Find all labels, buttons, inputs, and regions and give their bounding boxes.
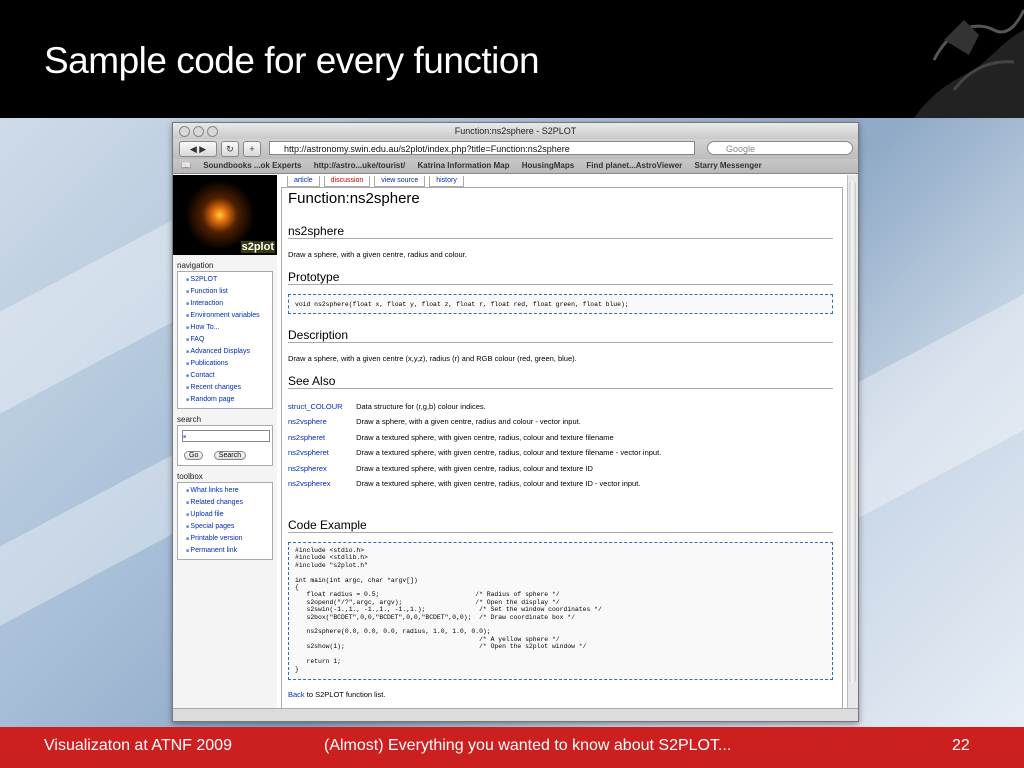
slide-header: Sample code for every function [0,0,1024,118]
wiki-sidebar: s2plot navigation S2PLOT Function list I… [173,175,277,709]
window-titlebar: Function:ns2sphere - S2PLOT [173,123,858,139]
summary-text: Draw a sphere, with a given centre, radi… [288,250,467,259]
bookmark-item[interactable]: HousingMaps [522,161,574,170]
heading-code-example: Code Example [288,518,833,533]
see-also-row: ns2spherex Draw a textured sphere, with … [288,464,593,473]
nav-link[interactable]: Environment variables [178,310,272,322]
heading-see-also: See Also [288,374,833,389]
toolbox-portlet: What links here Related changes Upload f… [177,482,273,560]
slide-footer: Visualizaton at ATNF 2009 (Almost) Every… [0,727,1024,768]
nav-link[interactable]: Interaction [178,298,272,310]
tab-history[interactable]: history [429,176,464,187]
wiki-search-input[interactable] [182,430,270,442]
vertical-scrollbar[interactable] [847,175,858,709]
see-also-row: ns2vspherex Draw a textured sphere, with… [288,479,640,488]
nav-link[interactable]: Advanced Displays [178,346,272,358]
see-also-link[interactable]: ns2spherex [288,464,354,473]
page-tabs: article discussion view source history [287,176,466,187]
code-example: #include <stdio.h> #include <stdlib.h> #… [288,542,833,680]
toolbox-link[interactable]: Related changes [178,497,272,509]
description-text: Draw a sphere, with a given centre (x,y,… [288,354,577,363]
bookmark-item[interactable]: Starry Messenger [695,161,762,170]
scroll-thumb[interactable] [849,181,856,683]
back-forward-button[interactable]: ◀ ▶ [179,141,217,157]
bookmark-item[interactable]: http://astro...uke/tourist/ [314,161,406,170]
reload-button[interactable]: ↻ [221,141,239,157]
heading-prototype: Prototype [288,270,833,285]
wiki-content: article discussion view source history F… [277,175,847,709]
see-also-desc: Draw a textured sphere, with given centr… [356,464,593,473]
toolbox-link[interactable]: Permanent link [178,545,272,557]
footer-center: (Almost) Everything you wanted to know a… [324,737,732,754]
article-title: Function:ns2sphere [288,190,420,207]
bookmark-item[interactable]: Soundbooks ...ok Experts [203,161,301,170]
slide-number: 22 [952,737,970,754]
toolbox-link[interactable]: What links here [178,485,272,497]
search-button[interactable]: Search [213,451,246,460]
window-title: Function:ns2sphere - S2PLOT [454,126,577,136]
back-line: Back to S2PLOT function list. [288,690,385,699]
search-field[interactable]: Google [707,141,853,155]
nav-link[interactable]: Publications [178,358,272,370]
nav-link[interactable]: FAQ [178,334,272,346]
toolbox-link[interactable]: Special pages [178,521,272,533]
bookmark-item[interactable]: Katrina Information Map [417,161,509,170]
heading-description: Description [288,328,833,343]
tab-article[interactable]: article [287,176,320,187]
address-bar[interactable]: http://astronomy.swin.edu.au/s2plot/inde… [269,141,695,155]
add-bookmark-button[interactable]: + [243,141,261,157]
nav-link[interactable]: How To... [178,322,272,334]
browser-window: Function:ns2sphere - S2PLOT ◀ ▶ ↻ + http… [172,122,859,722]
nav-link[interactable]: Recent changes [178,382,272,394]
navigation-heading: navigation [177,261,214,270]
web-page: s2plot navigation S2PLOT Function list I… [173,175,847,709]
see-also-desc: Draw a sphere, with a given centre, radi… [356,417,581,426]
horizontal-scrollbar[interactable] [173,708,858,721]
bookmark-item[interactable]: Find planet...AstroViewer [586,161,682,170]
footer-left: Visualizaton at ATNF 2009 [44,737,232,754]
crest-logo-icon [914,9,1024,118]
see-also-link[interactable]: ns2vspherex [288,479,354,488]
bookmarks-bar: 📖 Soundbooks ...ok Experts http://astro.… [173,159,858,174]
nav-link[interactable]: Contact [178,370,272,382]
back-text: to S2PLOT function list. [306,690,386,699]
see-also-row: ns2vspheret Draw a textured sphere, with… [288,448,661,457]
see-also-link[interactable]: ns2vsphere [288,417,354,426]
article-body: Function:ns2sphere ns2sphere Draw a sphe… [281,187,843,709]
see-also-link[interactable]: ns2vspheret [288,448,354,457]
see-also-row: ns2vsphere Draw a sphere, with a given c… [288,417,581,426]
site-logo[interactable]: s2plot [173,175,277,255]
bookmarks-icon[interactable]: 📖 [181,161,191,170]
see-also-row: ns2spheret Draw a textured sphere, with … [288,433,614,442]
see-also-desc: Data structure for (r,g,b) colour indice… [356,402,486,411]
tab-view-source[interactable]: view source [374,176,426,187]
nav-link[interactable]: S2PLOT [178,274,272,286]
back-link[interactable]: Back [288,690,305,699]
see-also-link[interactable]: struct_COLOUR [288,402,354,411]
see-also-desc: Draw a textured sphere, with given centr… [356,433,614,442]
search-portlet: Go Search [177,425,273,466]
heading-name: ns2sphere [288,224,833,239]
tab-discussion[interactable]: discussion [323,176,371,187]
browser-toolbar: ◀ ▶ ↻ + http://astronomy.swin.edu.au/s2p… [173,139,858,159]
toolbox-heading: toolbox [177,472,203,481]
nav-link[interactable]: Function list [178,286,272,298]
slide-title: Sample code for every function [44,40,540,81]
go-button[interactable]: Go [184,451,204,460]
navigation-portlet: S2PLOT Function list Interaction Environ… [177,271,273,409]
prototype-code: void ns2sphere(float x, float y, float z… [288,294,833,314]
see-also-desc: Draw a textured sphere, with given centr… [356,479,641,488]
see-also-desc: Draw a textured sphere, with given centr… [356,448,662,457]
see-also-link[interactable]: ns2spheret [288,433,354,442]
see-also-row: struct_COLOUR Data structure for (r,g,b)… [288,402,486,411]
search-heading: search [177,415,202,424]
logo-text: s2plot [240,241,275,253]
nav-link[interactable]: Random page [178,394,272,406]
toolbox-link[interactable]: Printable version [178,533,272,545]
toolbox-link[interactable]: Upload file [178,509,272,521]
